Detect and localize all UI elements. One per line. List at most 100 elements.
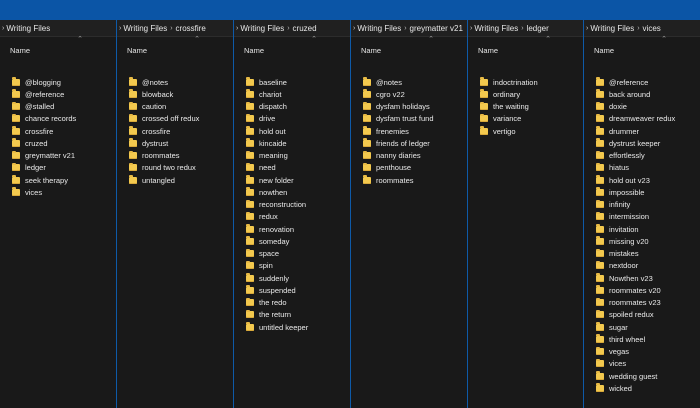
folder-item[interactable]: redux (246, 211, 348, 223)
folder-item[interactable]: suspended (246, 284, 348, 296)
folder-item[interactable]: baseline (246, 76, 348, 88)
folder-item[interactable]: spoiled redux (596, 309, 698, 321)
folder-item[interactable]: space (246, 248, 348, 260)
folder-item[interactable]: sugar (596, 321, 698, 333)
folder-item[interactable]: ledger (12, 162, 114, 174)
folder-item[interactable]: infinity (596, 199, 698, 211)
folder-item[interactable]: dystrust keeper (596, 137, 698, 149)
folder-item[interactable]: intermission (596, 211, 698, 223)
folder-item[interactable]: invitation (596, 223, 698, 235)
folder-item[interactable]: indoctrination (480, 76, 581, 88)
folder-item[interactable]: doxie (596, 101, 698, 113)
folder-item[interactable]: Nowthen v23 (596, 272, 698, 284)
folder-item[interactable]: roommates (363, 174, 465, 186)
folder-item[interactable]: @stalled (12, 101, 114, 113)
folder-item[interactable]: third wheel (596, 333, 698, 345)
folder-item[interactable]: penthouse (363, 162, 465, 174)
folder-item[interactable]: caution (129, 101, 231, 113)
folder-item[interactable]: spin (246, 260, 348, 272)
folder-item[interactable]: dysfam trust fund (363, 113, 465, 125)
folder-item[interactable]: dysfam holidays (363, 101, 465, 113)
breadcrumb[interactable]: › Writing Files (0, 20, 116, 37)
folder-item[interactable]: wedding guest (596, 370, 698, 382)
breadcrumb-root[interactable]: Writing Files (6, 24, 50, 33)
folder-item[interactable]: kincaide (246, 137, 348, 149)
folder-item[interactable]: wicked (596, 382, 698, 394)
breadcrumb-current[interactable]: cruzed (293, 24, 317, 33)
breadcrumb[interactable]: › Writing Files › crossfire (117, 20, 233, 37)
folder-item[interactable]: round two redux (129, 162, 231, 174)
folder-item[interactable]: hold out v23 (596, 174, 698, 186)
folder-item[interactable]: new folder (246, 174, 348, 186)
folder-item[interactable]: crossfire (129, 125, 231, 137)
folder-item[interactable]: effortlessly (596, 150, 698, 162)
folder-item[interactable]: renovation (246, 223, 348, 235)
folder-item[interactable]: dispatch (246, 101, 348, 113)
folder-item[interactable]: the redo (246, 297, 348, 309)
breadcrumb[interactable]: › Writing Files › ledger (468, 20, 583, 37)
breadcrumb-root[interactable]: Writing Files (240, 24, 284, 33)
folder-item[interactable]: vices (12, 186, 114, 198)
folder-item[interactable]: nextdoor (596, 260, 698, 272)
folder-item[interactable]: hold out (246, 125, 348, 137)
breadcrumb[interactable]: › Writing Files › greymatter v21 (351, 20, 467, 37)
folder-item[interactable]: dreamweaver redux (596, 113, 698, 125)
folder-item[interactable]: variance (480, 113, 581, 125)
folder-item[interactable]: suddenly (246, 272, 348, 284)
column-header-name[interactable]: Name (478, 46, 498, 55)
breadcrumb-root[interactable]: Writing Files (123, 24, 167, 33)
folder-item[interactable]: need (246, 162, 348, 174)
folder-item[interactable]: @notes (363, 76, 465, 88)
folder-item[interactable]: cgro v22 (363, 88, 465, 100)
folder-item[interactable]: back around (596, 88, 698, 100)
column-header-name[interactable]: Name (10, 46, 30, 55)
breadcrumb-root[interactable]: Writing Files (590, 24, 634, 33)
folder-item[interactable]: @reference (596, 76, 698, 88)
folder-item[interactable]: drummer (596, 125, 698, 137)
column-header-name[interactable]: Name (244, 46, 264, 55)
folder-item[interactable]: untitled keeper (246, 321, 348, 333)
folder-item[interactable]: roommates v23 (596, 297, 698, 309)
folder-item[interactable]: @reference (12, 88, 114, 100)
folder-item[interactable]: friends of ledger (363, 137, 465, 149)
folder-item[interactable]: missing v20 (596, 235, 698, 247)
folder-item[interactable]: someday (246, 235, 348, 247)
breadcrumb-current[interactable]: vices (643, 24, 661, 33)
folder-item[interactable]: @blogging (12, 76, 114, 88)
folder-item[interactable]: roommates (129, 150, 231, 162)
breadcrumb-current[interactable]: crossfire (176, 24, 206, 33)
folder-item[interactable]: the return (246, 309, 348, 321)
folder-item[interactable]: nowthen (246, 186, 348, 198)
folder-item[interactable]: nanny diaries (363, 150, 465, 162)
folder-item[interactable]: dystrust (129, 137, 231, 149)
breadcrumb-current[interactable]: ledger (527, 24, 549, 33)
folder-item[interactable]: ordinary (480, 88, 581, 100)
folder-item[interactable]: chariot (246, 88, 348, 100)
folder-item[interactable]: reconstruction (246, 199, 348, 211)
breadcrumb-root[interactable]: Writing Files (474, 24, 518, 33)
folder-item[interactable]: untangled (129, 174, 231, 186)
folder-item[interactable]: greymatter v21 (12, 150, 114, 162)
folder-item[interactable]: seek therapy (12, 174, 114, 186)
folder-item[interactable]: vertigo (480, 125, 581, 137)
folder-item[interactable]: the waiting (480, 101, 581, 113)
folder-item[interactable]: roommates v20 (596, 284, 698, 296)
column-header-name[interactable]: Name (361, 46, 381, 55)
breadcrumb[interactable]: › Writing Files › vices (584, 20, 700, 37)
breadcrumb-root[interactable]: Writing Files (357, 24, 401, 33)
folder-item[interactable]: drive (246, 113, 348, 125)
folder-item[interactable]: crossed off redux (129, 113, 231, 125)
folder-item[interactable]: hiatus (596, 162, 698, 174)
column-header-name[interactable]: Name (594, 46, 614, 55)
folder-item[interactable]: blowback (129, 88, 231, 100)
column-header-name[interactable]: Name (127, 46, 147, 55)
breadcrumb[interactable]: › Writing Files › cruzed (234, 20, 350, 37)
folder-item[interactable]: mistakes (596, 248, 698, 260)
folder-item[interactable]: chance records (12, 113, 114, 125)
folder-item[interactable]: vegas (596, 346, 698, 358)
folder-item[interactable]: impossible (596, 186, 698, 198)
folder-item[interactable]: frenemies (363, 125, 465, 137)
folder-item[interactable]: cruzed (12, 137, 114, 149)
folder-item[interactable]: crossfire (12, 125, 114, 137)
folder-item[interactable]: @notes (129, 76, 231, 88)
